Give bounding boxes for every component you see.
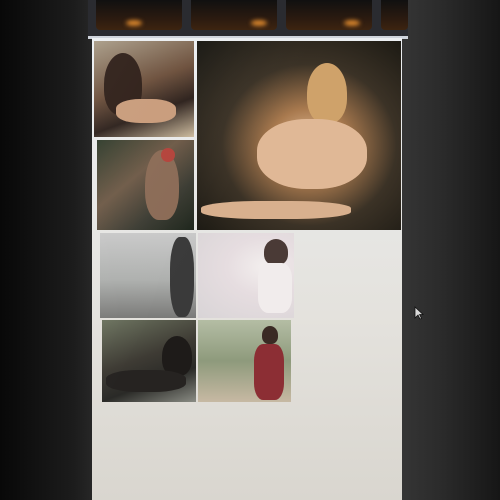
- figure-silhouette: [254, 344, 284, 400]
- photo-woman-standing-gray[interactable]: [100, 233, 196, 318]
- photo-woman-sunglasses-beach[interactable]: [94, 41, 194, 137]
- figure-silhouette: [257, 119, 367, 189]
- photo-woman-white-dress[interactable]: [198, 233, 294, 318]
- mouse-pointer-icon: [414, 306, 424, 320]
- figure-silhouette: [264, 239, 288, 265]
- photo-woman-red-dress[interactable]: [198, 320, 291, 402]
- figure-silhouette: [307, 63, 347, 123]
- figure-silhouette: [201, 201, 351, 219]
- figure-silhouette: [170, 237, 194, 317]
- thumbnail-2[interactable]: [191, 0, 277, 30]
- figure-silhouette: [145, 150, 179, 220]
- photo-woman-reclining-dark[interactable]: [102, 320, 196, 402]
- figure-silhouette: [161, 148, 175, 162]
- thumbnail-3[interactable]: [286, 0, 372, 30]
- thumbnail-1[interactable]: [96, 0, 182, 30]
- left-screen-margin: [0, 0, 92, 500]
- figure-silhouette: [116, 99, 176, 123]
- photo-woman-lounging-couch[interactable]: [197, 41, 401, 230]
- top-thumbnail-strip: [88, 0, 408, 39]
- figure-silhouette: [106, 370, 186, 392]
- figure-silhouette: [258, 263, 292, 313]
- thumbnail-4[interactable]: [381, 0, 408, 30]
- figure-silhouette: [262, 326, 278, 344]
- photo-woman-headdress[interactable]: [97, 140, 194, 230]
